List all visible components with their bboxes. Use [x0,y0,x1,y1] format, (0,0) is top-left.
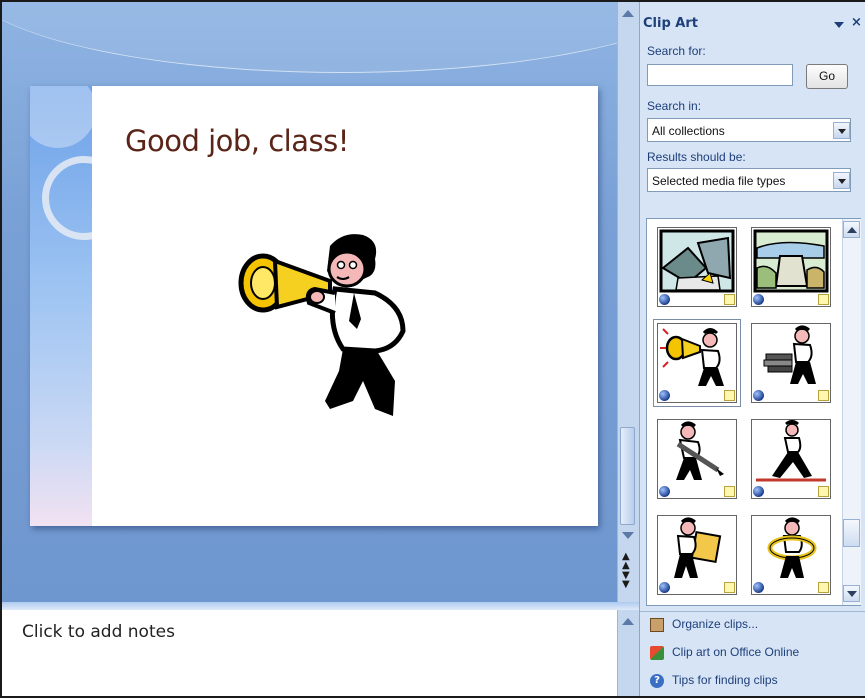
clip-results-list[interactable] [646,218,861,606]
office-online-label: Clip art on Office Online [672,645,800,659]
search-in-value: All collections [652,124,725,138]
decoration-circle [30,86,92,148]
megaphone-man-clipart[interactable] [235,231,415,426]
go-button[interactable]: Go [806,64,848,89]
clip-item[interactable] [657,227,737,307]
man-megaphone-clip [660,328,724,386]
results-type-dropdown[interactable]: Selected media file types [647,168,851,192]
help-icon: ? [650,674,664,688]
man-lifebuoy-clip [767,517,817,578]
scroll-thumb[interactable] [843,519,860,547]
office-online-icon [650,646,664,660]
results-type-value: Selected media file types [652,174,786,188]
globe-icon [753,294,764,305]
task-pane-title: Clip Art [643,16,698,31]
organize-clips-label: Organize clips... [672,617,759,631]
scroll-down-icon[interactable] [622,532,634,539]
organize-clips-icon [650,618,664,632]
search-in-dropdown[interactable]: All collections [647,118,851,142]
man-pen-clip [676,421,724,480]
results-scrollbar[interactable] [842,219,861,605]
clip-item[interactable] [653,319,741,407]
globe-icon [659,486,670,497]
man-tightrope-clip [756,420,826,482]
clip-item[interactable] [751,515,831,595]
star-icon [818,390,829,401]
scroll-up-icon[interactable] [843,221,860,238]
star-icon [724,486,735,497]
workspace-scrollbar[interactable]: ▲ ▲ ▼ ▼ [617,2,639,602]
close-icon[interactable]: × [851,15,862,30]
decoration-ring [42,156,92,240]
globe-icon [753,582,764,593]
scroll-up-icon[interactable] [622,618,634,625]
clip-item[interactable] [751,323,831,403]
star-icon [818,486,829,497]
notes-scrollbar[interactable] [617,610,639,698]
globe-icon [659,582,670,593]
office-online-link[interactable]: Clip art on Office Online [650,644,860,662]
globe-icon [753,390,764,401]
slide-title[interactable]: Good job, class! [125,124,349,158]
globe-icon [659,294,670,305]
globe-icon [753,486,764,497]
tips-label: Tips for finding clips [672,673,778,687]
star-icon [818,582,829,593]
star-icon [724,294,735,305]
dam-landscape-clip [753,229,829,293]
workspace-swoosh [2,2,617,73]
slide-theme-decoration [30,86,92,526]
clip-item[interactable] [751,419,831,499]
pane-divider [640,611,865,612]
man-chart-clip [674,517,722,578]
slide-canvas[interactable]: Good job, class! [30,86,598,526]
scroll-up-icon[interactable] [622,10,634,17]
results-label: Results should be: [647,150,746,164]
star-icon [724,582,735,593]
search-input[interactable] [647,64,793,86]
star-icon [724,390,735,401]
clip-item[interactable] [657,515,737,595]
star-icon [818,294,829,305]
dam-drawing-clip [659,229,735,293]
tips-link[interactable]: ? Tips for finding clips [650,672,860,690]
scroll-down-icon[interactable] [843,585,860,602]
go-button-label: Go [818,69,835,83]
previous-slide-icon[interactable]: ▲ ▲ [622,552,630,571]
clip-item[interactable] [657,419,737,499]
chevron-down-icon[interactable] [833,172,850,189]
scroll-thumb[interactable] [620,427,635,525]
notes-placeholder[interactable]: Click to add notes [22,622,175,642]
man-books-clip [763,325,816,384]
notes-splitter[interactable] [2,602,639,610]
globe-icon [659,390,670,401]
next-slide-icon[interactable]: ▼ ▼ [622,571,630,590]
search-for-label: Search for: [647,44,706,58]
clip-item[interactable] [751,227,831,307]
pane-options-icon[interactable] [834,22,844,28]
organize-clips-link[interactable]: Organize clips... [650,616,860,634]
chevron-down-icon[interactable] [833,122,850,139]
search-in-label: Search in: [647,99,702,113]
